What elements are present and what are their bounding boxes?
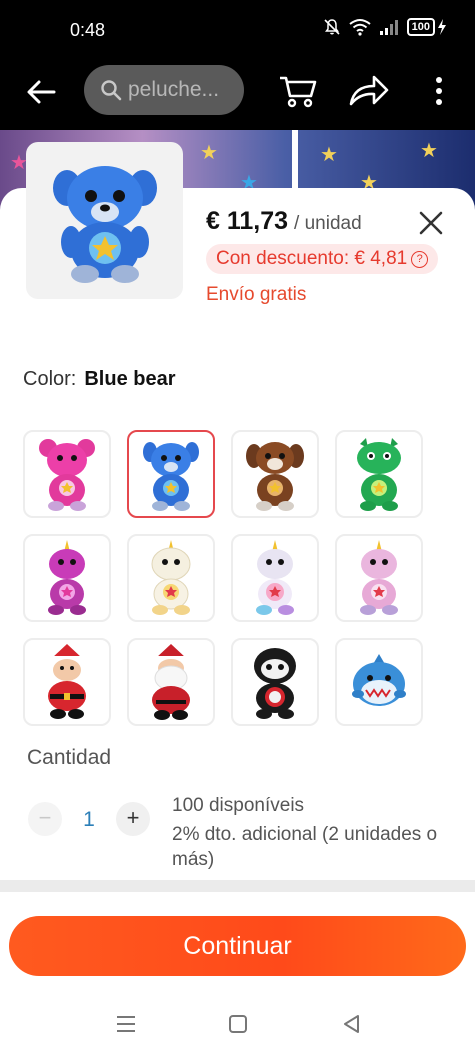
- color-option-blue-bear[interactable]: [127, 430, 215, 518]
- star-decoration: ★: [420, 140, 438, 162]
- section-divider: [0, 880, 475, 892]
- battery-indicator: 100: [406, 18, 447, 36]
- color-option-pastel-unicorn[interactable]: [335, 534, 423, 622]
- black-panda-plush-image: [254, 648, 296, 719]
- close-icon[interactable]: [418, 210, 444, 236]
- discount-price: Con descuento: € 4,81: [216, 248, 408, 269]
- santa-beard-plush-image: [152, 644, 190, 720]
- back-nav-icon[interactable]: [340, 1012, 364, 1036]
- unit-price: € 11,73: [206, 207, 289, 235]
- pastel-unicorn-plush-image: [360, 540, 398, 615]
- color-option-brown-dog[interactable]: [231, 430, 319, 518]
- white-unicorn-plush-image: [151, 540, 191, 615]
- star-decoration: ★: [200, 142, 218, 164]
- status-icons: 100: [323, 18, 447, 36]
- continue-button[interactable]: Continuar: [9, 916, 466, 976]
- price-unit: / unidad: [294, 213, 362, 234]
- free-shipping-label: Envío gratis: [206, 284, 307, 305]
- quantity-decrease-button[interactable]: −: [28, 802, 62, 836]
- color-option-white-unicorn[interactable]: [127, 534, 215, 622]
- recent-apps-icon[interactable]: [114, 1012, 138, 1036]
- signal-icon: [379, 20, 398, 35]
- rainbow-unicorn-plush-image: [256, 540, 294, 615]
- help-icon[interactable]: ?: [411, 250, 429, 268]
- bulk-discount-note: 2% dto. adicional (2 unidades o más): [172, 824, 438, 870]
- quantity-increase-button[interactable]: +: [116, 802, 150, 836]
- status-bar: 0:48 100: [0, 0, 475, 60]
- blue-shark-plush-image: [352, 654, 406, 706]
- product-thumbnail[interactable]: [26, 142, 183, 299]
- santa-plush-image: [48, 644, 86, 719]
- color-option-black-panda[interactable]: [231, 638, 319, 726]
- color-option-green-dino[interactable]: [335, 430, 423, 518]
- color-option-purple-unicorn[interactable]: [23, 534, 111, 622]
- wifi-icon: [349, 19, 371, 36]
- color-option-santa-red[interactable]: [23, 638, 111, 726]
- search-query: peluche...: [128, 78, 220, 101]
- color-option-santa-beard[interactable]: [127, 638, 215, 726]
- mute-bell-icon: [324, 19, 340, 35]
- charging-icon: [438, 19, 446, 35]
- quantity-label: Cantidad: [27, 746, 112, 769]
- battery-level: 100: [406, 18, 435, 36]
- purple-unicorn-plush-image: [48, 540, 86, 615]
- color-option-pink-bear[interactable]: [23, 430, 111, 518]
- blue-bear-plush-image: [143, 442, 199, 511]
- brown-dog-plush-image: [246, 442, 304, 511]
- cart-icon[interactable]: [278, 70, 318, 110]
- quantity-value[interactable]: 1: [76, 808, 102, 832]
- share-icon[interactable]: [348, 72, 390, 108]
- color-option-blue-shark[interactable]: [335, 638, 423, 726]
- back-arrow-icon[interactable]: [24, 74, 60, 110]
- color-selector-label: Color: Blue bear: [23, 368, 176, 391]
- blue-bear-plush-image: [52, 165, 157, 283]
- pink-bear-plush-image: [39, 439, 95, 511]
- color-option-rainbow-unicorn[interactable]: [231, 534, 319, 622]
- star-decoration: ★: [320, 144, 338, 166]
- stock-available: 100 disponíveis: [172, 795, 305, 816]
- home-icon[interactable]: [226, 1012, 250, 1036]
- green-dino-plush-image: [357, 438, 401, 511]
- color-label: Color:: [23, 368, 77, 390]
- status-time: 0:48: [70, 20, 106, 40]
- app-bar: peluche...: [0, 60, 475, 130]
- discount-price-badge: Con descuento: € 4,81 ?: [206, 244, 439, 274]
- system-navigation-bar: [0, 996, 475, 1056]
- selected-color-name: Blue bear: [84, 368, 176, 390]
- search-icon: [101, 80, 122, 101]
- price-row: € 11,73 / unidad: [206, 207, 362, 236]
- search-bar[interactable]: peluche...: [84, 65, 244, 115]
- more-options-icon[interactable]: [428, 74, 450, 108]
